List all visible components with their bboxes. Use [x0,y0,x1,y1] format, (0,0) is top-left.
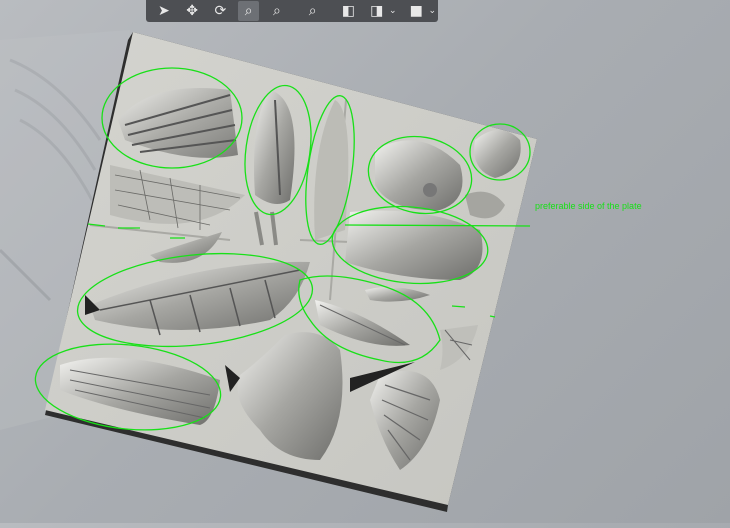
view-iso-button[interactable]: ◧ [338,1,359,21]
annotation-label: preferable side of the plate [535,201,642,211]
move-tool-button[interactable]: ✥ [182,1,203,21]
zoom-fit-button[interactable]: ⌕ [302,1,323,21]
viewport-toolbar: ➤ ✥ ⟳ ⌕ ⌕ ⌕ ◧ ◨ ⌄ ■ ⌄ [146,0,438,22]
select-tool-button[interactable]: ➤ [154,1,175,21]
chevron-down-icon[interactable]: ⌄ [387,6,398,16]
rotate-tool-button[interactable]: ⟳ [210,1,231,21]
view-options-button[interactable]: ◨ [366,1,387,21]
zoom-out-icon: ⌕ [272,3,281,19]
view-options-icon: ◨ [370,3,384,19]
scene-svg [0,30,537,512]
zoom-region-button[interactable]: ⌕ [238,1,259,21]
move-arrows-icon: ✥ [186,3,198,19]
shading-button[interactable]: ■ [406,1,427,21]
zoom-out-button[interactable]: ⌕ [267,1,288,21]
cursor-arrow-icon: ➤ [158,3,170,19]
zoom-fit-icon: ⌕ [308,3,317,19]
view-cube-icon: ◧ [341,3,356,19]
rotate-icon: ⟳ [214,3,227,19]
zoom-region-icon: ⌕ [244,3,253,19]
shading-cube-icon: ■ [409,3,423,19]
3d-viewport[interactable]: preferable side of the plate [0,0,730,523]
chevron-down-icon[interactable]: ⌄ [427,6,438,16]
